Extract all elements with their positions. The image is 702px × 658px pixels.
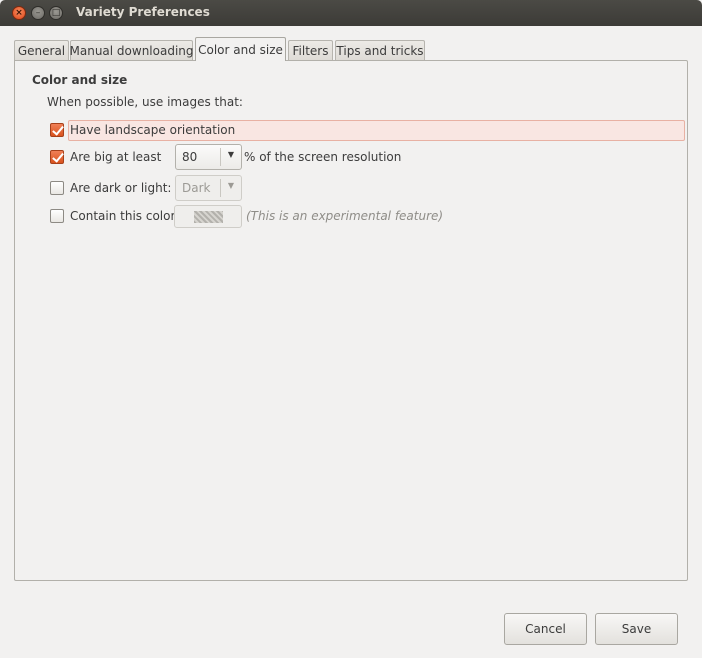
window-title: Variety Preferences xyxy=(76,5,210,19)
brightness-checkbox[interactable] xyxy=(50,181,64,195)
color-picker-button[interactable] xyxy=(174,205,242,228)
chevron-down-icon: ▼ xyxy=(227,150,234,159)
combo-separator xyxy=(220,148,221,166)
tab-tips-and-tricks[interactable]: Tips and tricks xyxy=(335,40,425,60)
tab-filters[interactable]: Filters xyxy=(288,40,333,60)
section-intro: When possible, use images that: xyxy=(47,95,243,109)
color-swatch xyxy=(194,211,223,223)
maximize-window-icon[interactable]: □ xyxy=(49,6,63,20)
min-size-label[interactable]: Are big at least xyxy=(70,150,161,164)
min-size-combo[interactable]: 80 ▼ xyxy=(175,144,242,170)
landscape-checkbox[interactable] xyxy=(50,123,64,137)
min-size-suffix: % of the screen resolution xyxy=(244,150,402,164)
color-checkbox[interactable] xyxy=(50,209,64,223)
close-window-icon[interactable]: × xyxy=(12,6,26,20)
tab-color-and-size[interactable]: Color and size xyxy=(195,37,286,61)
min-size-value: 80 xyxy=(182,150,198,164)
chevron-down-icon: ▼ xyxy=(227,181,234,190)
min-size-checkbox[interactable] xyxy=(50,150,64,164)
combo-separator xyxy=(220,179,221,197)
tab-manual-downloading[interactable]: Manual downloading xyxy=(70,40,194,60)
tab-general[interactable]: General xyxy=(14,40,69,60)
landscape-label[interactable]: Have landscape orientation xyxy=(70,123,235,137)
cancel-button[interactable]: Cancel xyxy=(504,613,587,645)
title-bar: × – □ Variety Preferences xyxy=(0,0,702,26)
minimize-window-icon[interactable]: – xyxy=(31,6,45,20)
brightness-value: Dark xyxy=(182,181,211,195)
brightness-combo[interactable]: Dark ▼ xyxy=(175,175,242,201)
experimental-note: (This is an experimental feature) xyxy=(246,209,444,223)
section-title: Color and size xyxy=(32,73,128,87)
color-label[interactable]: Contain this color: xyxy=(70,209,179,223)
brightness-label[interactable]: Are dark or light: xyxy=(70,181,171,195)
save-button[interactable]: Save xyxy=(595,613,678,645)
